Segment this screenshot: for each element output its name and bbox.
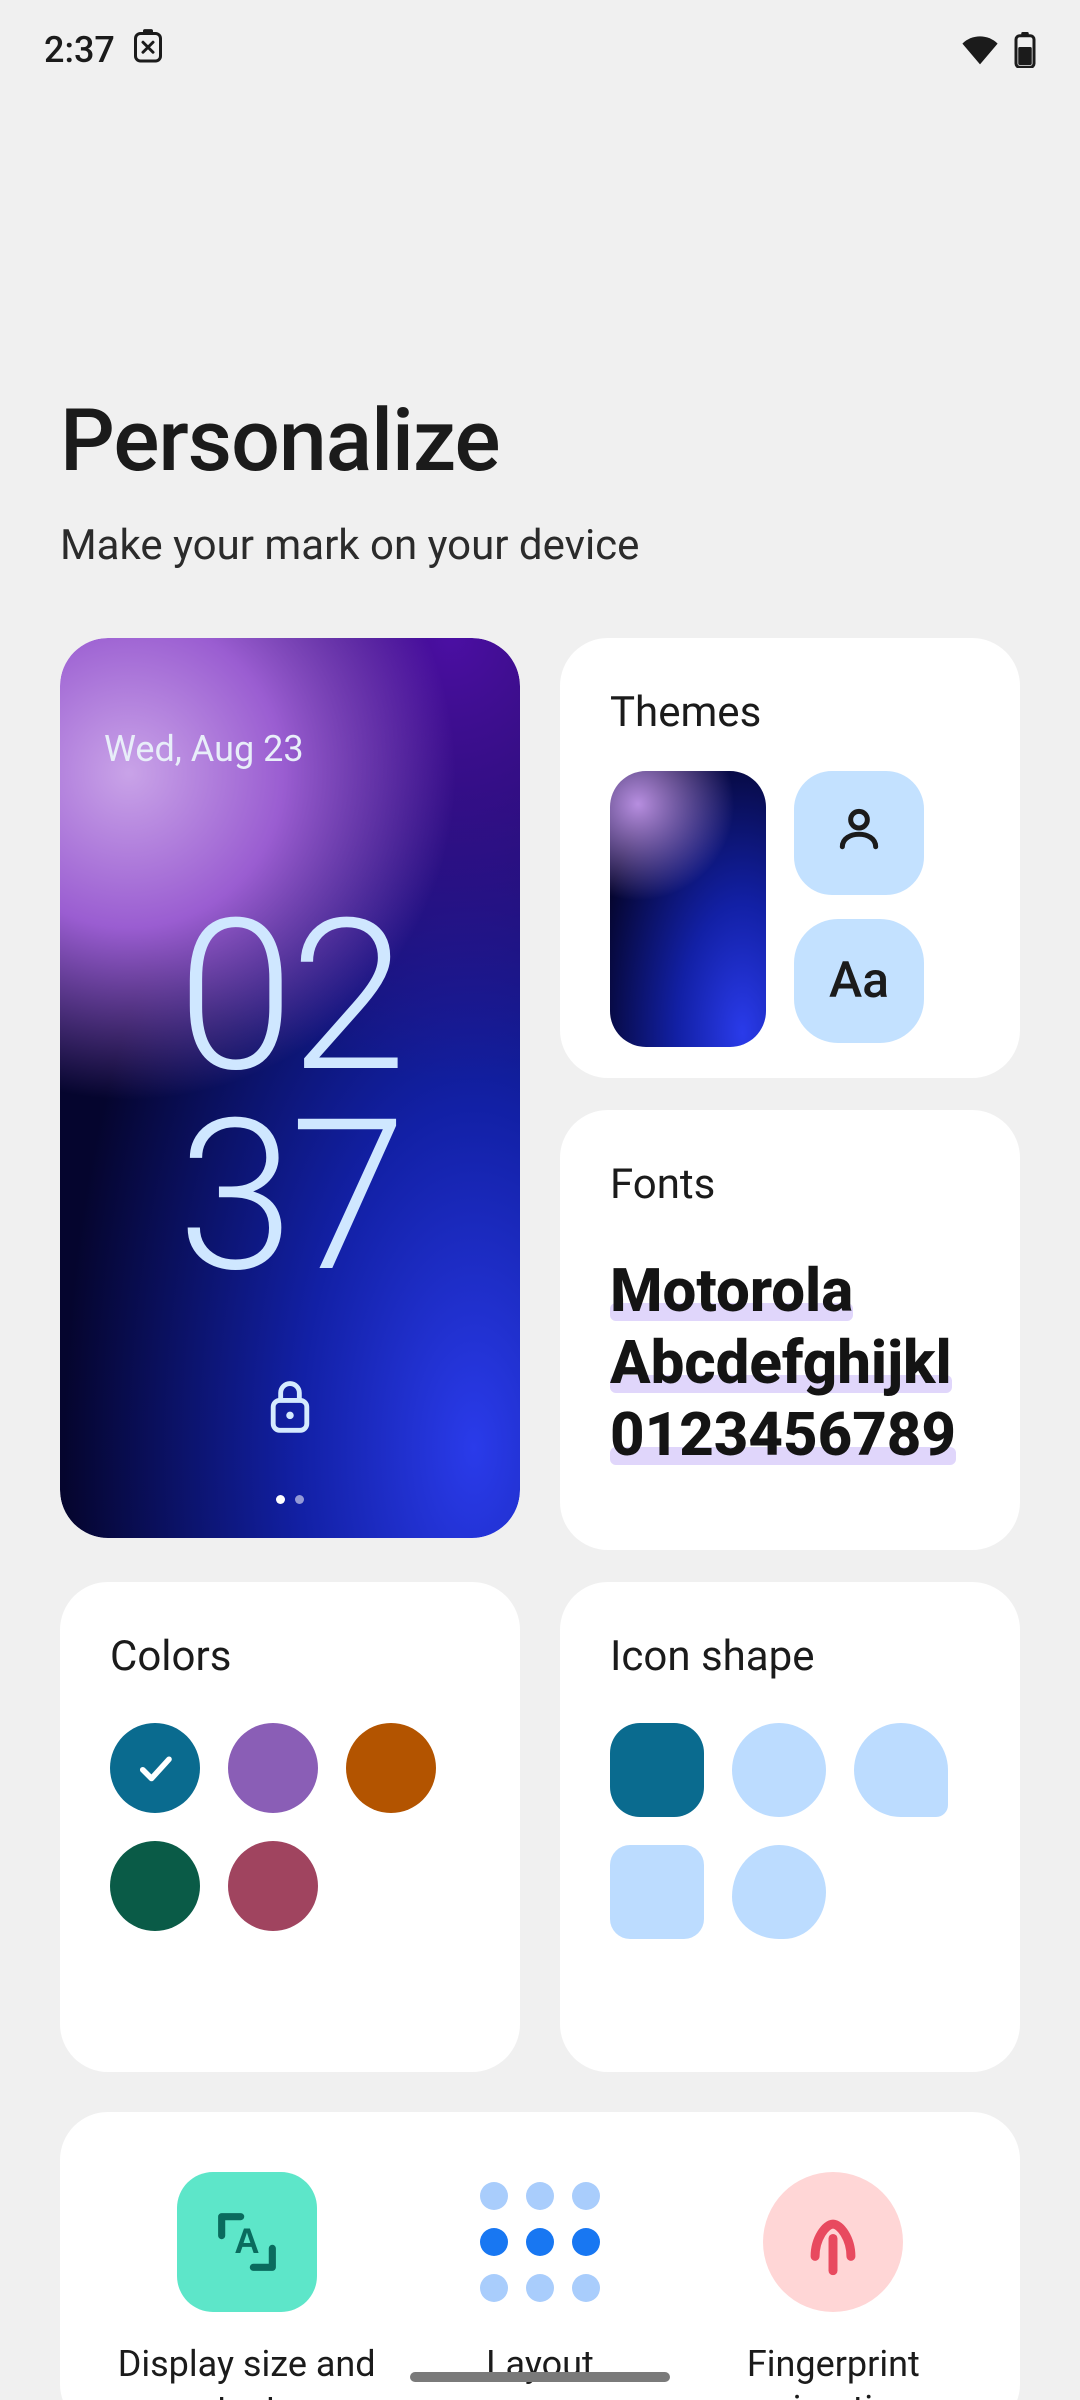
themes-card[interactable]: Themes Aa: [560, 638, 1020, 1078]
check-icon: [134, 1747, 176, 1789]
display-size-label: Display size and text: [107, 2342, 387, 2400]
colors-card[interactable]: Colors: [60, 1582, 520, 2072]
font-icon: Aa: [829, 952, 889, 1010]
svg-text:A: A: [234, 2222, 259, 2261]
gesture-bar[interactable]: [410, 2372, 670, 2382]
layout-option[interactable]: Layout: [400, 2172, 680, 2400]
layout-icon: [470, 2172, 610, 2312]
fonts-title: Fonts: [610, 1160, 970, 1209]
fingerprint-option[interactable]: Fingerprint animation: [693, 2172, 973, 2400]
fingerprint-label: Fingerprint animation: [693, 2342, 973, 2400]
display-size-icon: A: [177, 2172, 317, 2312]
fonts-card[interactable]: Fonts Motorola Abcdefghijkl 0123456789: [560, 1110, 1020, 1550]
display-size-option[interactable]: A Display size and text: [107, 2172, 387, 2400]
icon-shape-squircle[interactable]: [610, 1723, 704, 1817]
font-sample: Motorola Abcdefghijkl 0123456789: [610, 1255, 970, 1471]
page-subtitle: Make your mark on your device: [60, 521, 1020, 570]
page-title: Personalize: [60, 390, 1020, 491]
icon-shape-leaf[interactable]: [854, 1723, 948, 1817]
icon-shape-rounded[interactable]: [610, 1845, 704, 1939]
color-swatch-purple[interactable]: [228, 1723, 318, 1813]
lockscreen-clock: 02 37: [178, 898, 403, 1297]
wifi-icon: [960, 34, 1000, 66]
fingerprint-icon: [763, 2172, 903, 2312]
color-swatch-teal[interactable]: [110, 1723, 200, 1813]
color-swatch-orange[interactable]: [346, 1723, 436, 1813]
themes-title: Themes: [610, 688, 970, 737]
colors-title: Colors: [110, 1632, 470, 1681]
battery-saver-icon: [133, 28, 163, 73]
status-time: 2:37: [44, 29, 115, 71]
status-bar: 2:37: [0, 0, 1080, 100]
lock-icon: [267, 1378, 313, 1438]
icon-shape-blob[interactable]: [732, 1845, 826, 1939]
page-dots: [276, 1495, 304, 1504]
theme-profile-tile[interactable]: [794, 771, 924, 895]
icon-shape-card[interactable]: Icon shape: [560, 1582, 1020, 2072]
battery-icon: [1014, 32, 1036, 68]
color-swatch-maroon[interactable]: [228, 1841, 318, 1931]
color-swatch-green[interactable]: [110, 1841, 200, 1931]
person-icon: [834, 803, 884, 864]
theme-font-tile[interactable]: Aa: [794, 919, 924, 1043]
icon-shape-title: Icon shape: [610, 1632, 970, 1681]
more-options-card: A Display size and text Layout: [60, 2112, 1020, 2400]
icon-shape-circle[interactable]: [732, 1723, 826, 1817]
theme-thumbnail[interactable]: [610, 771, 766, 1047]
wallpaper-preview-card[interactable]: Wed, Aug 23 02 37: [60, 638, 520, 1538]
lockscreen-date: Wed, Aug 23: [104, 728, 304, 770]
